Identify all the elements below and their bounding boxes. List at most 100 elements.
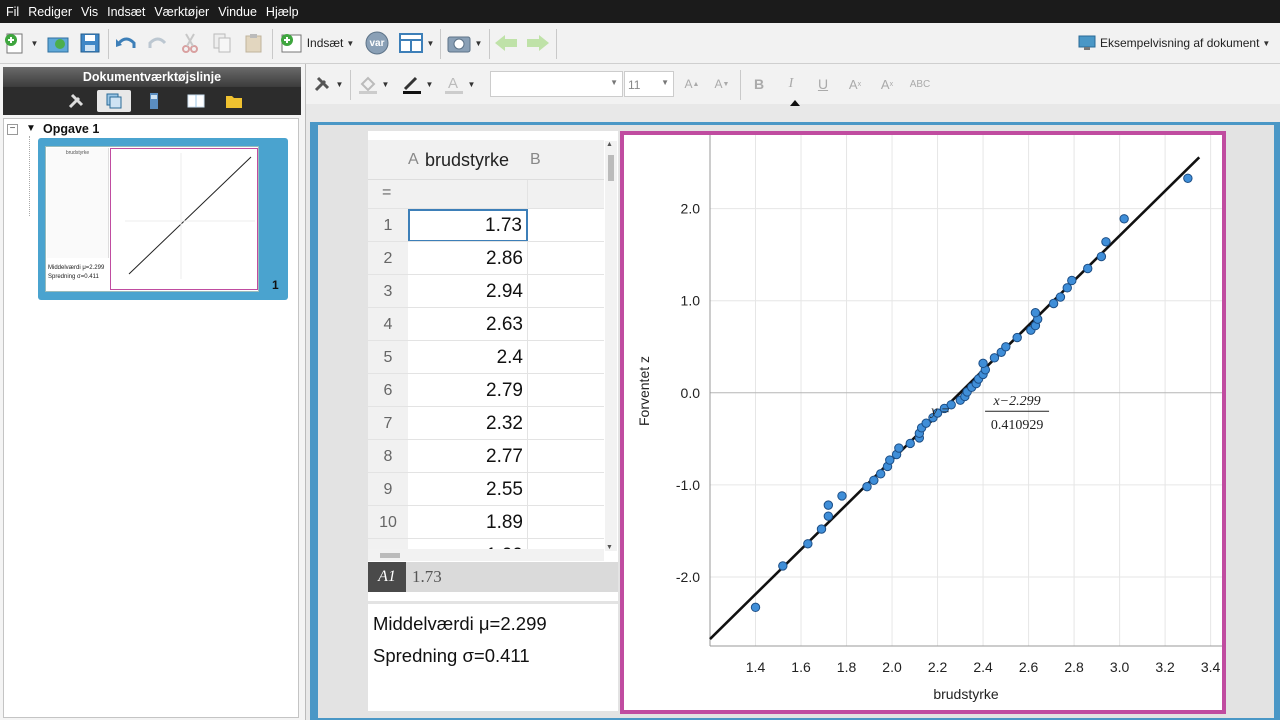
x-tick-label: 2.0 — [882, 659, 902, 675]
open-document-button[interactable] — [44, 30, 72, 56]
new-document-icon — [4, 33, 23, 54]
font-family-select[interactable]: ▼ — [490, 71, 623, 97]
page-thumbnail[interactable]: brudstyrke Middelværdi μ=2.299 Spredning… — [38, 138, 288, 300]
vertical-scrollbar[interactable]: ▲ ▼ — [605, 141, 617, 551]
menu-fil[interactable]: Fil — [6, 5, 19, 19]
row-number[interactable]: 5 — [368, 341, 408, 374]
cell-a[interactable]: 1.89 — [408, 506, 528, 539]
x-tick-label: 1.6 — [791, 659, 811, 675]
font-size-select[interactable]: 11 ▼ — [624, 71, 674, 97]
row-number[interactable]: 7 — [368, 407, 408, 440]
line-color-button[interactable]: ▼ — [398, 71, 436, 97]
data-point — [1067, 275, 1077, 286]
paste-icon — [245, 34, 262, 53]
undo-button[interactable] — [112, 30, 140, 56]
cell-a[interactable]: 2.32 — [408, 407, 528, 440]
col-a-header[interactable]: brudstyrke — [425, 140, 527, 180]
cell-a[interactable]: 2.55 — [408, 473, 528, 506]
notes-box[interactable]: Middelværdi μ=2.299 Spredning σ=0.411 — [368, 604, 618, 711]
cell-a[interactable]: 2.94 — [408, 275, 528, 308]
document-preview-button[interactable]: Eksempelvisning af dokument ▼ — [1078, 30, 1278, 56]
screenshot-button[interactable]: ▼ — [442, 30, 486, 56]
menu-vis[interactable]: Vis — [81, 5, 98, 19]
paste-button[interactable] — [240, 30, 268, 56]
cut-button[interactable] — [176, 30, 204, 56]
next-page-button[interactable] — [524, 30, 552, 56]
cell-a[interactable]: 2.86 — [408, 242, 528, 275]
save-button[interactable] — [76, 30, 104, 56]
row-number[interactable]: 3 — [368, 275, 408, 308]
menu-hjaelp[interactable]: Hjælp — [266, 5, 299, 19]
bold-button[interactable]: B — [748, 71, 770, 97]
cell-a[interactable]: 2.77 — [408, 440, 528, 473]
row-number[interactable]: 2 — [368, 242, 408, 275]
y-tick-label: 0.0 — [681, 385, 701, 401]
cell-a[interactable]: 2.63 — [408, 308, 528, 341]
data-statistics-panel[interactable]: 1.4 1.6 1.8 2.0 2.2 2.4 2.6 2.8 3.0 3.2 3.4 2.0 1.0 0… — [620, 131, 1226, 714]
fill-color-button[interactable]: ▼ — [354, 71, 392, 97]
previous-page-button[interactable] — [492, 30, 520, 56]
superscript-button[interactable]: Ax — [844, 71, 866, 97]
tab-content[interactable] — [217, 90, 251, 112]
row-number[interactable]: 4 — [368, 308, 408, 341]
col-b-letter[interactable]: B — [530, 140, 541, 180]
row-number[interactable]: 10 — [368, 506, 408, 539]
row-number[interactable]: 6 — [368, 374, 408, 407]
arrow-left-icon — [495, 35, 517, 51]
cell-a[interactable]: 2.4 — [408, 341, 528, 374]
problem-title[interactable]: Opgave 1 — [43, 122, 99, 136]
formula-lhs: y = — [929, 404, 950, 419]
x-tick-label: 3.0 — [1110, 659, 1130, 675]
table-row: 2 2.86 — [368, 241, 604, 275]
cell-entry-line[interactable]: A1 1.73 — [368, 562, 618, 592]
new-document-button[interactable]: ▼ — [2, 30, 40, 56]
subscript-button[interactable]: Ax — [876, 71, 898, 97]
formula-row-marker[interactable]: = — [382, 184, 391, 202]
spellcheck-button[interactable]: ABC — [904, 71, 936, 97]
variables-button[interactable]: var — [362, 30, 392, 56]
text-color-button[interactable]: A ▼ — [440, 71, 478, 97]
decrease-font-button[interactable]: A ▼ — [710, 71, 734, 97]
underline-button[interactable]: U — [812, 71, 834, 97]
tools-icon — [314, 76, 329, 92]
menu-vaerktoejer[interactable]: Værktøjer — [154, 5, 209, 19]
row-number[interactable]: 9 — [368, 473, 408, 506]
row-number[interactable]: 1 — [368, 209, 408, 242]
collapse-toggle[interactable]: − — [7, 124, 18, 135]
italic-button[interactable]: I — [780, 71, 802, 97]
data-point — [1048, 298, 1059, 309]
cell-a[interactable]: 2.79 — [408, 374, 528, 407]
data-point — [1030, 307, 1041, 318]
tab-utilities[interactable] — [179, 90, 213, 112]
row-number[interactable]: 11 — [368, 539, 408, 549]
menu-vindue[interactable]: Vindue — [218, 5, 257, 19]
tab-calculator[interactable] — [137, 90, 171, 112]
tools-menu-button[interactable]: ▼ — [310, 71, 346, 97]
monitor-icon — [1078, 35, 1096, 50]
page-layout-button[interactable]: ▼ — [394, 30, 438, 56]
row-number[interactable]: 8 — [368, 440, 408, 473]
cell-a[interactable]: 1.99 — [408, 539, 528, 549]
y-tick-label: 2.0 — [681, 201, 701, 217]
normal-probability-plot[interactable]: 1.4 1.6 1.8 2.0 2.2 2.4 2.6 2.8 3.0 3.2 3.4 2.0 1.0 0… — [624, 135, 1222, 710]
horizontal-scrollbar[interactable] — [368, 549, 604, 561]
document-toolbox-panel: Dokumentværktøjslinje − ▼ Opgave 1 bruds… — [0, 64, 306, 720]
increase-font-button[interactable]: A ▲ — [680, 71, 704, 97]
collapse-toolbar-handle[interactable] — [790, 100, 800, 106]
thumbnail-plot — [125, 153, 255, 279]
x-axis-label: brudstyrke — [933, 686, 999, 702]
tab-page-sorter[interactable] — [97, 90, 131, 112]
redo-button[interactable] — [144, 30, 172, 56]
cell-a[interactable]: 1.73 — [408, 209, 528, 242]
copy-button[interactable] — [208, 30, 236, 56]
scissors-icon — [182, 33, 198, 53]
book-icon — [187, 94, 205, 108]
table-row: 3 2.94 — [368, 274, 604, 308]
y-tick-label: 1.0 — [681, 293, 701, 309]
wrench-icon — [68, 93, 84, 109]
tab-tools[interactable] — [59, 90, 93, 112]
insert-menu-button[interactable]: Indsæt ▼ — [276, 30, 358, 56]
svg-text:A: A — [448, 75, 458, 92]
menu-indsaet[interactable]: Indsæt — [107, 5, 145, 19]
menu-rediger[interactable]: Rediger — [28, 5, 72, 19]
